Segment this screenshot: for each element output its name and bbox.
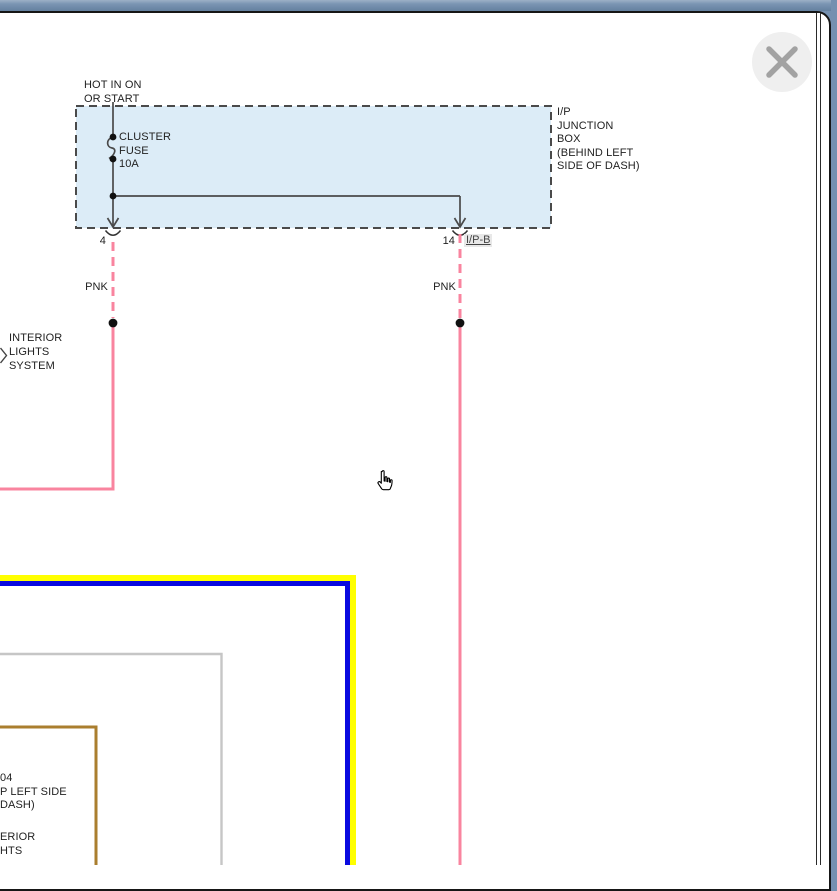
- offpage-label-line3: SYSTEM: [9, 359, 55, 372]
- hand-cursor-icon: [377, 470, 393, 491]
- offpage-label-line1: INTERIOR: [9, 332, 63, 344]
- wire-color-label-right: PNK: [433, 281, 456, 293]
- fuse-terminal-top-dot: [109, 133, 117, 141]
- branch-junction-dot: [109, 192, 117, 200]
- offpage-label-line2: LIGHTS: [9, 345, 50, 358]
- jb-label-line5: SIDE OF DASH): [557, 160, 640, 172]
- splice-dot-left: [108, 318, 118, 328]
- cutoff-ground-label: 04 P LEFT SIDE DASH): [0, 772, 67, 813]
- jb-label-line4: (BEHIND LEFT: [557, 146, 634, 159]
- interior-lights-system-label: INTERIOR LIGHTS SYSTEM: [9, 332, 62, 373]
- connector-arc-left: [104, 230, 122, 236]
- jb-label-line1: I/P: [557, 106, 571, 118]
- connector-arcs: [104, 230, 469, 236]
- jb-label-line3: BOX: [557, 133, 581, 145]
- pnk-wires: [0, 234, 462, 865]
- connector-id-link[interactable]: I/P-B: [464, 234, 493, 247]
- cutoff-ground-line1: 04: [0, 772, 13, 784]
- close-button[interactable]: [752, 32, 812, 92]
- wire-color-label-left: PNK: [85, 281, 108, 293]
- screen: { "colors": { "titlebar": "#7590b0", "wi…: [0, 0, 837, 891]
- cutoff-ground-line2: P LEFT SIDE: [0, 785, 67, 798]
- pin-number-left: 4: [99, 235, 106, 247]
- close-icon: [766, 46, 798, 78]
- hot-label-line1: HOT IN ON: [84, 79, 142, 91]
- junction-box-label: I/P JUNCTION BOX (BEHIND LEFT SIDE OF DA…: [557, 106, 640, 174]
- fuse-label-line2: FUSE: [119, 144, 149, 157]
- hot-label-line2: OR START: [84, 92, 140, 105]
- pin-number-right: 14: [442, 235, 455, 247]
- wiring-diagram-graphics: [0, 102, 552, 865]
- cutoff-system-label: ERIOR HTS: [0, 831, 35, 858]
- hand-cursor: [373, 469, 397, 495]
- offpage-arrow-icon: [0, 347, 8, 364]
- fuse-terminal-bottom-dot: [109, 155, 117, 163]
- fuse-label-line3: 10A: [119, 158, 139, 170]
- cutoff-system-line1: ERIOR: [0, 831, 36, 843]
- jb-label-line2: JUNCTION: [557, 119, 614, 132]
- splice-dot-right: [455, 318, 465, 328]
- cutoff-system-line2: HTS: [0, 844, 23, 857]
- highlight-box-blue: [0, 581, 350, 865]
- highlight-box-yellow: [0, 575, 356, 865]
- fuse-label-line1: CLUSTER: [119, 131, 172, 143]
- wiring-diagram-canvas[interactable]: HOT IN ON OR START CLUSTER FUSE 10A I/P …: [0, 0, 837, 865]
- cluster-fuse-label: CLUSTER FUSE 10A: [119, 131, 171, 172]
- hot-in-on-label: HOT IN ON OR START: [84, 79, 142, 106]
- cutoff-ground-line3: DASH): [0, 799, 35, 811]
- splice-dots: [108, 318, 465, 328]
